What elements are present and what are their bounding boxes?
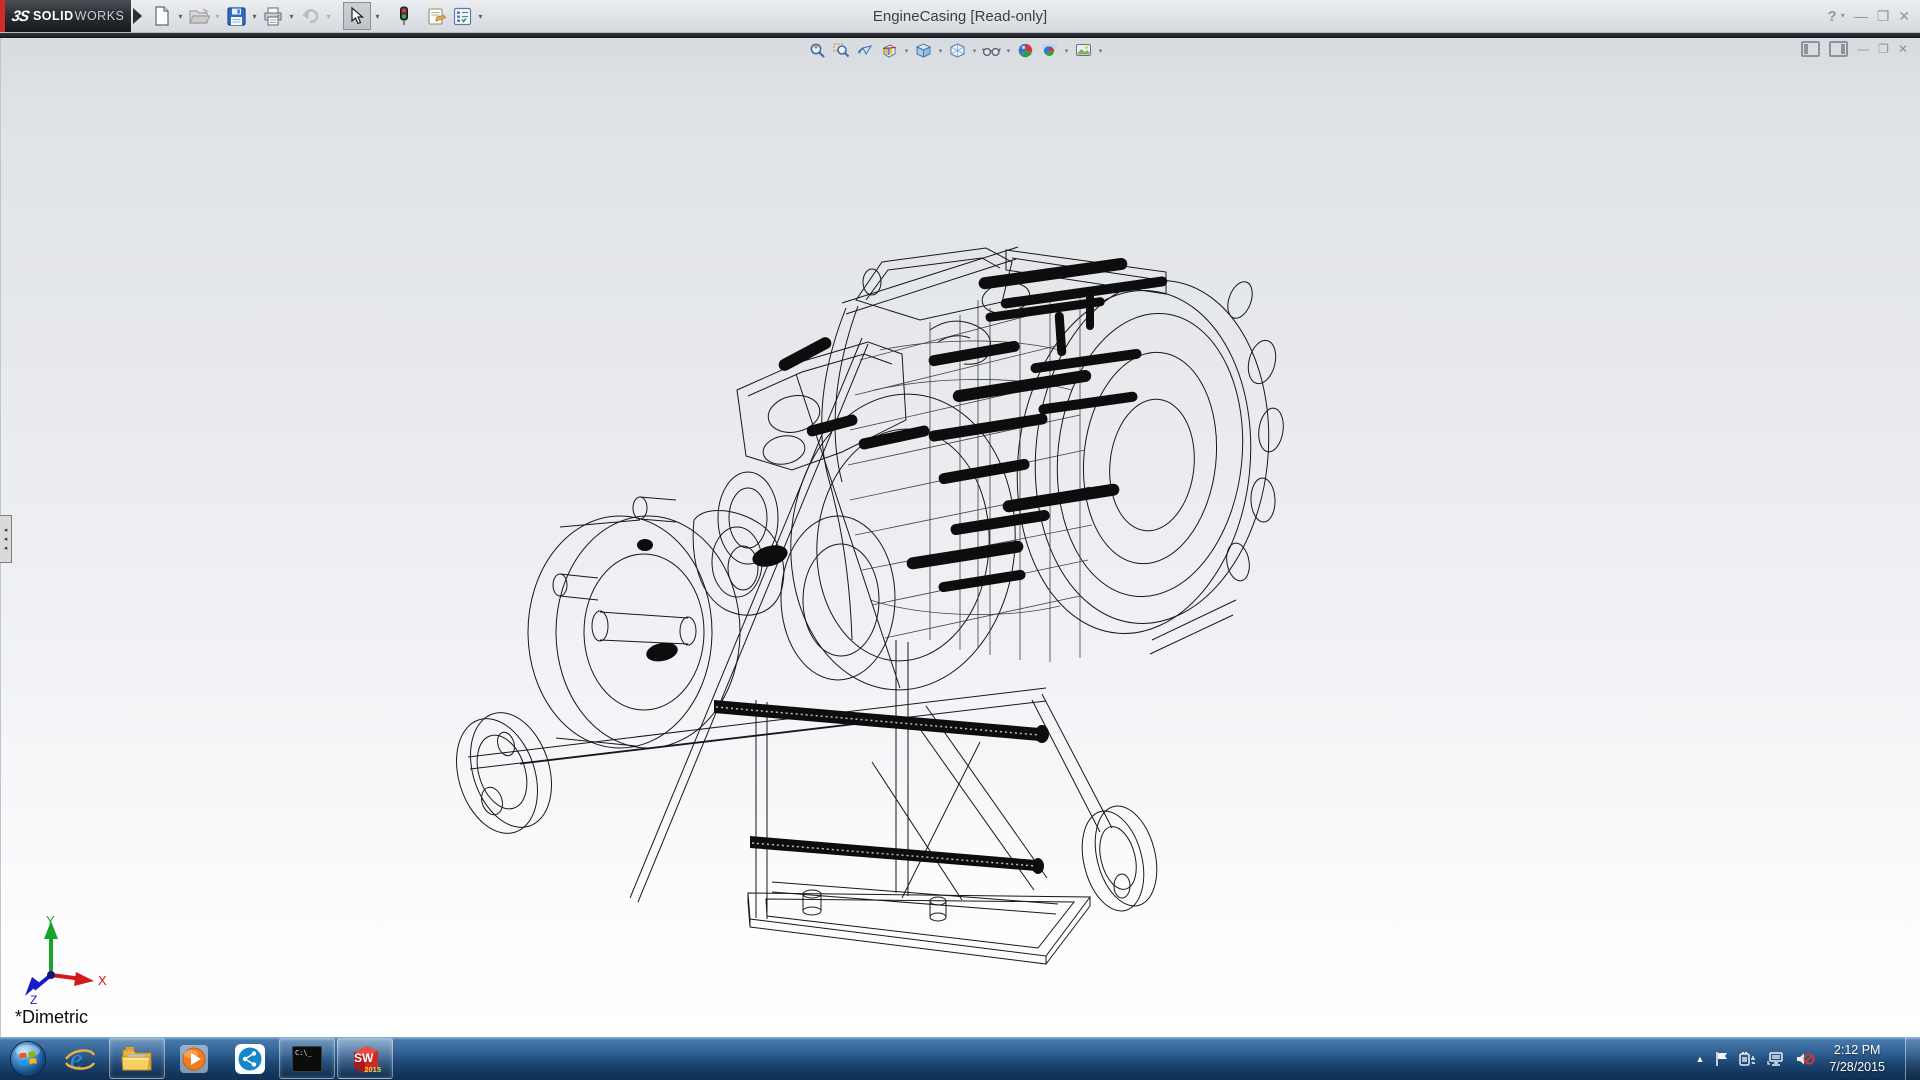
taskbar-windows-explorer[interactable] <box>109 1038 165 1079</box>
display-style-dropdown[interactable]: ▾ <box>970 41 979 60</box>
graphics-area[interactable] <box>0 38 1920 1037</box>
svg-text:e: e <box>70 1044 82 1075</box>
system-tray: ▲ 2:12 PM 7/28/2015 <box>1695 1037 1920 1080</box>
undo-dropdown[interactable]: ▾ <box>323 3 334 29</box>
title-bar: 3S SOLID WORKS EngineCasing [Read-only] … <box>0 0 1920 33</box>
taskbar-internet-explorer[interactable]: e <box>53 1039 107 1078</box>
new-dropdown[interactable]: ▾ <box>175 3 186 29</box>
internet-explorer-icon: e <box>63 1043 97 1075</box>
new-document-icon[interactable] <box>150 3 174 29</box>
sw-year: 2015 <box>364 1065 381 1074</box>
options-dropdown[interactable]: ▾ <box>475 3 486 29</box>
minimize-button[interactable]: — <box>1854 9 1868 23</box>
open-document-icon[interactable] <box>187 3 211 29</box>
doc-close-button[interactable]: ✕ <box>1898 42 1908 56</box>
triad-y-label: Y <box>46 913 55 928</box>
start-button[interactable] <box>4 1037 52 1080</box>
collapse-pane-icon[interactable] <box>1801 41 1820 57</box>
doc-restore-button[interactable]: ❐ <box>1878 42 1889 56</box>
hide-show-items-icon[interactable] <box>980 41 1003 60</box>
expand-pane-icon[interactable] <box>1829 41 1848 57</box>
share-app-icon <box>234 1043 266 1075</box>
taskbar-clock[interactable]: 2:12 PM 7/28/2015 <box>1829 1042 1885 1075</box>
previous-view-icon[interactable] <box>854 41 877 60</box>
sw-letters: SW <box>354 1051 373 1065</box>
hide-show-items-dropdown[interactable]: ▾ <box>1004 41 1013 60</box>
apply-scene-icon[interactable] <box>1038 41 1061 60</box>
save-icon[interactable] <box>224 3 248 29</box>
undo-icon[interactable] <box>298 3 322 29</box>
ds-logo-mark: 3S <box>10 8 30 25</box>
view-orientation-dropdown[interactable]: ▾ <box>936 41 945 60</box>
print-dropdown[interactable]: ▾ <box>286 3 297 29</box>
power-plug-icon[interactable] <box>1739 1051 1757 1067</box>
standard-toolbar: ▾ ▾ ▾ ▾ ▾ ▾ <box>150 3 486 29</box>
menu-flyout-arrow[interactable] <box>133 8 142 24</box>
edit-appearance-icon[interactable] <box>1014 41 1037 60</box>
close-button[interactable]: ✕ <box>1898 9 1910 23</box>
view-settings-dropdown[interactable]: ▾ <box>1096 41 1105 60</box>
view-orientation-label: *Dimetric <box>15 1007 88 1028</box>
feature-manager-collapsed-tab[interactable]: ◂ ◂ ◂ <box>0 515 12 563</box>
select-dropdown[interactable]: ▾ <box>372 3 383 29</box>
media-player-icon <box>178 1043 210 1075</box>
save-dropdown[interactable]: ▾ <box>249 3 260 29</box>
brand-solid: SOLID <box>33 9 74 23</box>
clock-date: 7/28/2015 <box>1829 1059 1885 1075</box>
tab-arrow-icon: ◂ <box>4 545 8 552</box>
taskbar: e <box>0 1037 1920 1080</box>
command-prompt-icon: C:\_ <box>292 1046 322 1072</box>
view-settings-icon[interactable] <box>1072 41 1095 60</box>
solidworks-app-icon: SW 2015 <box>349 1044 381 1074</box>
help-dropdown[interactable]: ▾ <box>1841 12 1845 20</box>
brand-works: WORKS <box>75 9 125 23</box>
display-style-icon[interactable] <box>946 41 969 60</box>
tab-arrow-icon: ◂ <box>4 536 8 543</box>
print-icon[interactable] <box>261 3 285 29</box>
clock-time: 2:12 PM <box>1829 1042 1885 1058</box>
action-center-flag-icon[interactable] <box>1714 1051 1729 1067</box>
zoom-to-area-icon[interactable] <box>830 41 853 60</box>
network-icon[interactable] <box>1767 1051 1785 1067</box>
document-window-controls: — ❐ ✕ <box>1801 41 1908 57</box>
select-tool-active[interactable] <box>343 2 371 30</box>
triad-z-label: Z <box>30 993 37 1005</box>
options-icon[interactable] <box>450 3 474 29</box>
volume-muted-icon[interactable] <box>1795 1051 1815 1067</box>
zoom-to-fit-icon[interactable] <box>806 41 829 60</box>
solidworks-logo: 3S SOLID WORKS <box>5 0 131 32</box>
taskbar-solidworks[interactable]: SW 2015 <box>337 1038 393 1079</box>
section-view-dropdown[interactable]: ▾ <box>902 41 911 60</box>
reference-triad: Y X Z <box>10 913 120 1005</box>
taskbar-command-prompt[interactable]: C:\_ <box>279 1038 335 1079</box>
apply-scene-dropdown[interactable]: ▾ <box>1062 41 1071 60</box>
taskbar-share-app[interactable] <box>223 1039 277 1078</box>
window-controls: ? ▾ — ❐ ✕ <box>1828 0 1910 32</box>
show-hidden-icons-button[interactable]: ▲ <box>1695 1054 1704 1064</box>
help-button[interactable]: ? <box>1828 9 1837 24</box>
section-view-icon[interactable] <box>878 41 901 60</box>
solidworks-window: ▾ ▾ ▾ ▾ ▾ ▾ — ❐ ✕ ◂ ◂ ◂ <box>0 0 1920 1080</box>
rebuild-stoplight-icon[interactable] <box>392 3 416 29</box>
folder-icon <box>120 1044 154 1074</box>
triad-x-label: X <box>98 973 107 988</box>
heads-up-view-toolbar: ▾ ▾ ▾ ▾ ▾ ▾ <box>806 41 1105 60</box>
taskbar-media-player[interactable] <box>167 1039 221 1078</box>
open-dropdown[interactable]: ▾ <box>212 3 223 29</box>
cursor-arrow-icon <box>350 7 364 25</box>
view-orientation-icon[interactable] <box>912 41 935 60</box>
show-desktop-button[interactable] <box>1905 1037 1920 1080</box>
file-properties-icon[interactable] <box>425 3 449 29</box>
doc-minimize-button[interactable]: — <box>1857 42 1869 56</box>
restore-button[interactable]: ❐ <box>1877 9 1890 23</box>
tab-arrow-icon: ◂ <box>4 527 8 534</box>
